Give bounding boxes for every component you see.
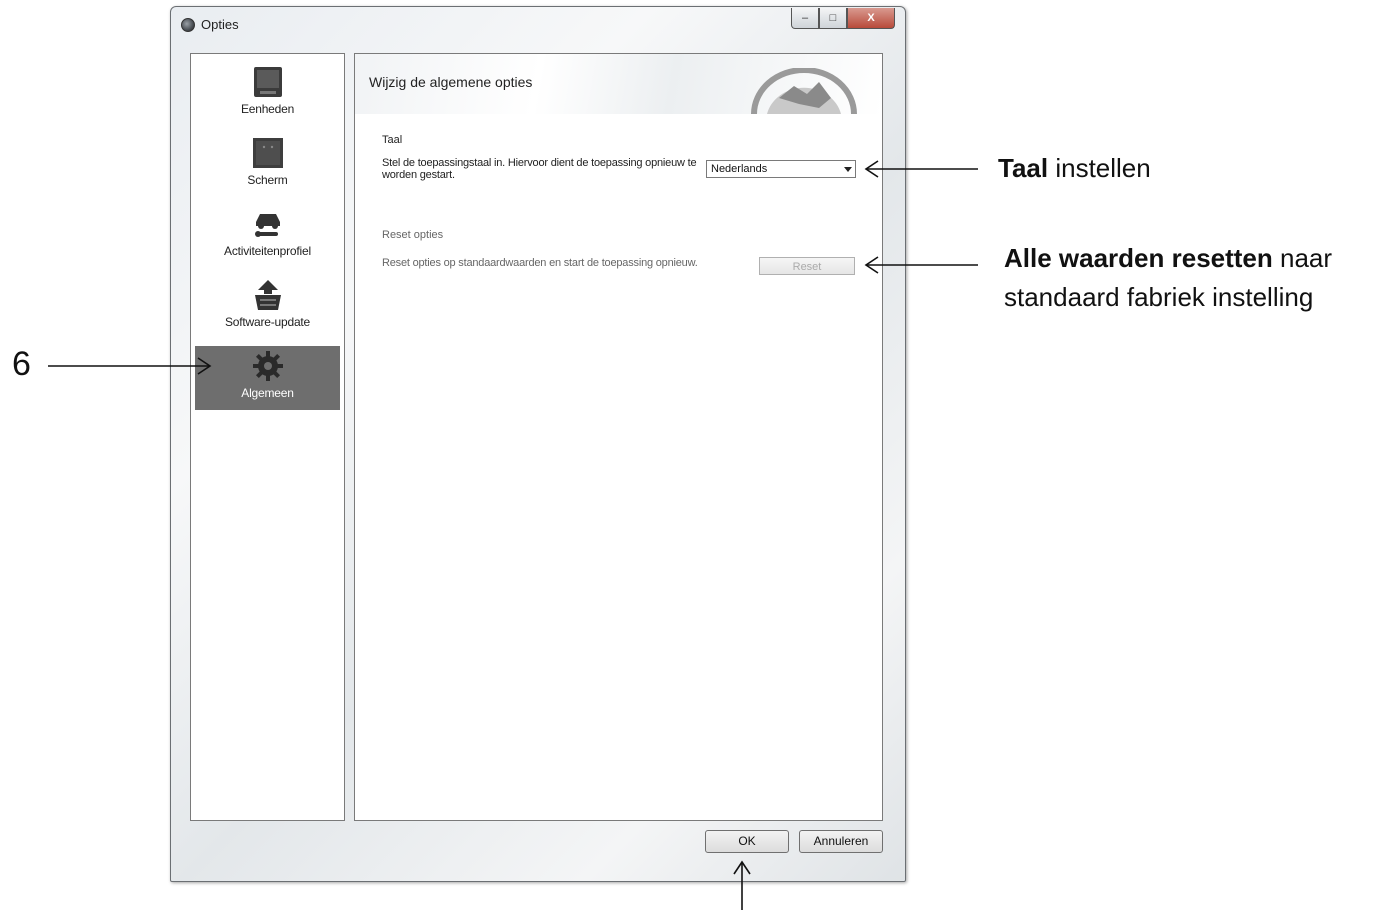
language-annotation-rest: instellen: [1048, 153, 1151, 183]
annotation-arrows: [48, 160, 978, 910]
language-annotation: Taal instellen: [998, 152, 1151, 184]
language-annotation-bold: Taal: [998, 153, 1049, 183]
step-marker: 6: [12, 345, 31, 383]
reset-annotation-rest: naar: [1272, 243, 1333, 273]
reset-annotation: Alle waarden resetten naar: [1004, 242, 1332, 274]
reset-annotation-line2: standaard fabriek instelling: [1004, 282, 1314, 312]
reset-annotation-bold: Alle waarden resetten: [1004, 243, 1273, 273]
